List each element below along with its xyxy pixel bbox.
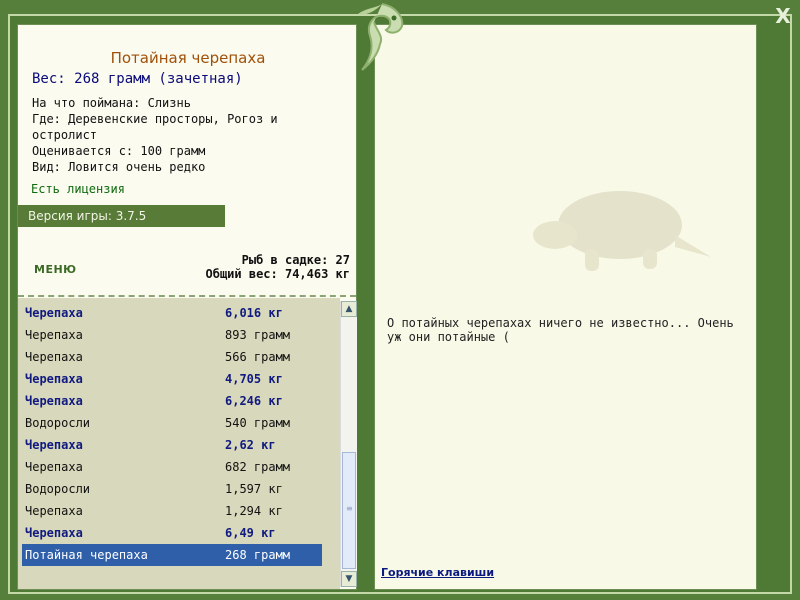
list-item-name: Черепаха	[25, 328, 83, 342]
fish-bait: На что поймана: Слизнь	[32, 96, 191, 110]
fish-rated: Оценивается с: 100 грамм	[32, 144, 206, 158]
list-item[interactable]: Черепаха 1,294 кг	[22, 500, 322, 522]
list-item-weight: 268 грамм	[225, 548, 291, 562]
close-icon: X	[775, 4, 791, 28]
list-item[interactable]: Черепаха 6,49 кг	[22, 522, 322, 544]
list-item[interactable]: Черепаха 6,246 кг	[22, 390, 322, 412]
list-item-name: Черепаха	[25, 526, 83, 540]
list-item[interactable]: Водоросли 1,597 кг	[22, 478, 322, 500]
list-item-weight: 1,294 кг	[225, 504, 283, 518]
list-item-weight: 6,016 кг	[225, 306, 283, 320]
list-item-name: Черепаха	[25, 372, 83, 386]
list-item-name: Черепаха	[25, 438, 83, 452]
list-item-weight: 566 грамм	[225, 350, 291, 364]
list-item[interactable]: Черепаха 566 грамм	[22, 346, 322, 368]
fish-kind: Вид: Ловится очень редко	[32, 160, 206, 174]
fish-info: Потайная черепаха Вес: 268 грамм (зачетн…	[18, 25, 356, 295]
list-item-weight: 4,705 кг	[225, 372, 283, 386]
list-scrollbar[interactable]: ▲ ≡ ▼	[340, 301, 357, 587]
catch-stats: Рыб в садке: 27 Общий вес: 74,463 кг	[206, 253, 351, 281]
fish-description: О потайных черепахах ничего не известно.…	[387, 316, 734, 344]
list-item[interactable]: Черепаха 893 грамм	[22, 324, 322, 346]
divider	[18, 295, 356, 297]
fish-logo-icon	[352, 0, 412, 72]
list-item-name: Черепаха	[25, 460, 83, 474]
list-item[interactable]: Черепаха 682 грамм	[22, 456, 322, 478]
list-item-weight: 1,597 кг	[225, 482, 283, 496]
grip-icon: ≡	[346, 504, 353, 513]
list-item[interactable]: Черепаха 4,705 кг	[22, 368, 322, 390]
list-item[interactable]: Черепаха 6,016 кг	[22, 302, 322, 324]
list-item-name: Черепаха	[25, 504, 83, 518]
list-item-weight: 540 грамм	[225, 416, 291, 430]
fish-title: Потайная черепаха	[110, 49, 266, 67]
list-item[interactable]: Черепаха 2,62 кг	[22, 434, 322, 456]
total-weight: Общий вес: 74,463 кг	[205, 267, 351, 281]
list-item-name: Черепаха	[25, 306, 83, 320]
arrow-up-icon: ▲	[345, 304, 353, 314]
hotkeys-link[interactable]: Горячие клавиши	[381, 566, 494, 579]
catch-list: Черепаха 6,016 кг Черепаха 893 грамм Черепах…	[18, 298, 340, 589]
right-panel: О потайных черепахах ничего не известно.…	[374, 24, 757, 590]
list-item[interactable]: Потайная черепаха 268 грамм	[22, 544, 322, 566]
list-item-weight: 893 грамм	[225, 328, 291, 342]
list-item-weight: 6,246 кг	[225, 394, 283, 408]
turtle-icon	[515, 175, 715, 275]
arrow-down-icon: ▼	[345, 574, 353, 584]
list-item-weight: 2,62 кг	[225, 438, 276, 452]
fish-location: Где: Деревенские просторы, Рогоз и	[32, 112, 278, 126]
list-item-weight: 682 грамм	[225, 460, 291, 474]
list-item-name: Черепаха	[25, 394, 83, 408]
list-item-name: Водоросли	[25, 482, 91, 496]
list-item-weight: 6,49 кг	[225, 526, 276, 540]
fish-count: Рыб в садке: 27	[241, 253, 350, 267]
version-bar: Версия игры: 3.7.5	[18, 205, 225, 227]
left-panel: Потайная черепаха Вес: 268 грамм (зачетн…	[17, 24, 357, 590]
list-item-name: Потайная черепаха	[25, 548, 148, 562]
scroll-down-button[interactable]: ▼	[341, 571, 357, 587]
fish-weight: Вес: 268 грамм (зачетная)	[32, 71, 243, 87]
close-button[interactable]: X	[770, 4, 796, 28]
menu-button[interactable]: МЕНЮ	[34, 263, 77, 276]
license-status: Есть лицензия	[31, 182, 125, 196]
scroll-thumb[interactable]: ≡	[342, 452, 356, 569]
list-item-name: Водоросли	[25, 416, 91, 430]
list-item-name: Черепаха	[25, 350, 83, 364]
scroll-up-button[interactable]: ▲	[341, 301, 357, 317]
fish-location-cont: остролист	[32, 128, 98, 142]
list-item[interactable]: Водоросли 540 грамм	[22, 412, 322, 434]
